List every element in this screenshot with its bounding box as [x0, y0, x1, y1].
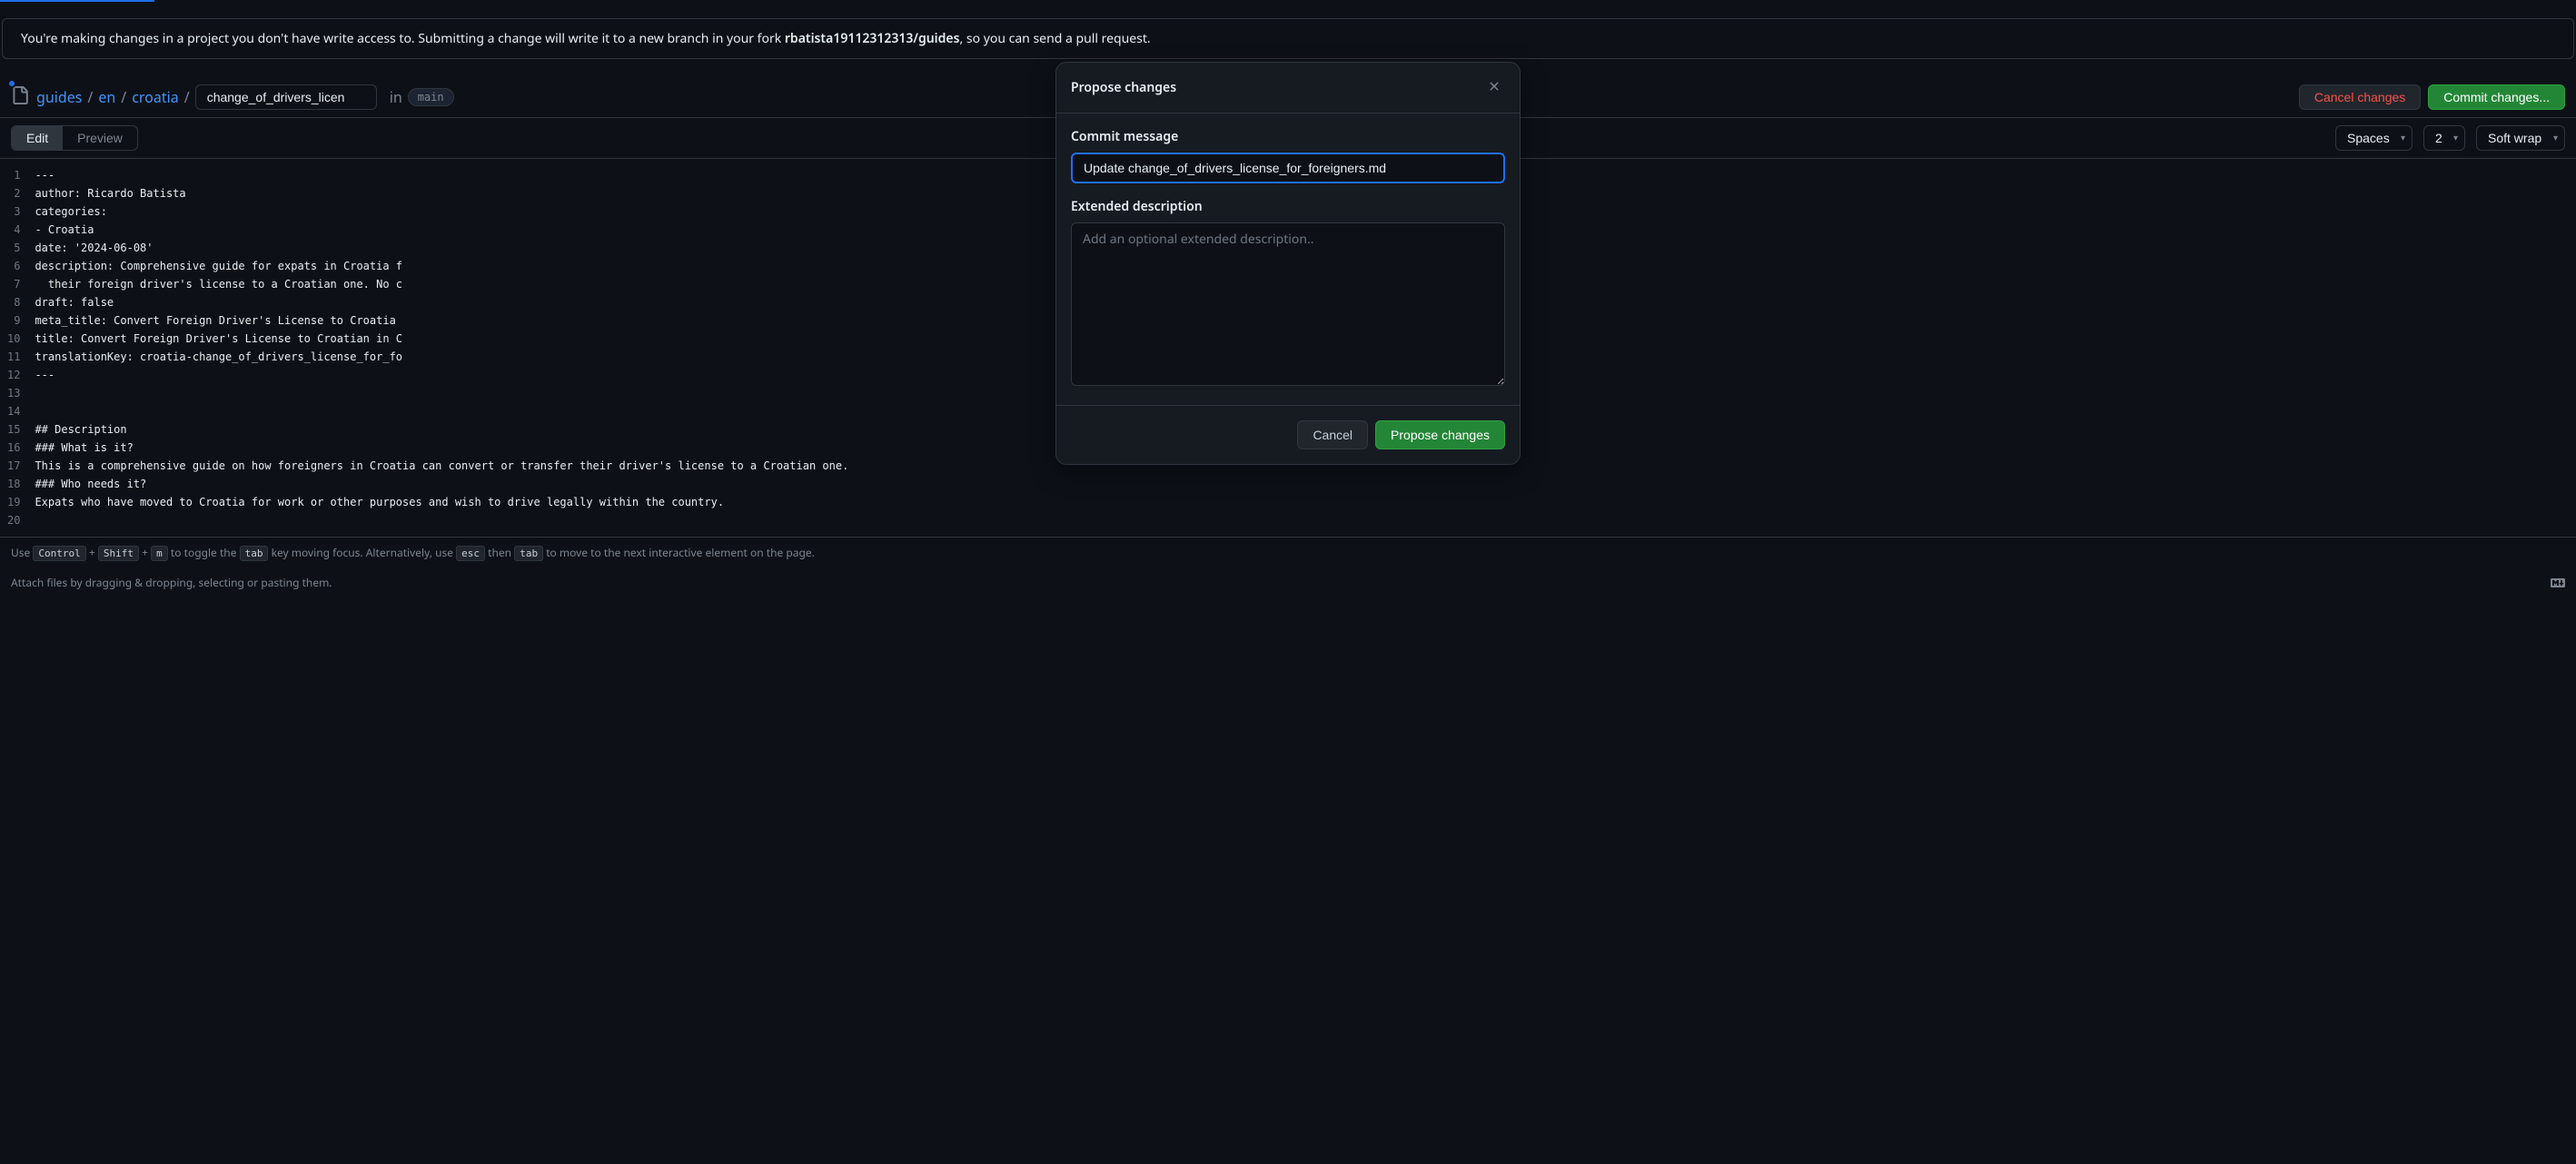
propose-changes-modal: Propose changes Commit message Extended … — [1055, 62, 1521, 465]
propose-changes-button[interactable]: Propose changes — [1375, 420, 1505, 449]
modal-overlay: Propose changes Commit message Extended … — [0, 0, 2576, 1164]
commit-message-input[interactable] — [1071, 153, 1505, 183]
modal-title: Propose changes — [1071, 79, 1176, 96]
extended-description-label: Extended description — [1071, 198, 1505, 215]
modal-body: Commit message Extended description — [1056, 113, 1520, 405]
cancel-button[interactable]: Cancel — [1297, 420, 1368, 449]
modal-header: Propose changes — [1056, 63, 1520, 113]
close-button[interactable] — [1483, 75, 1505, 100]
close-icon — [1487, 79, 1501, 94]
commit-message-label: Commit message — [1071, 128, 1505, 145]
extended-description-textarea[interactable] — [1071, 222, 1505, 386]
modal-footer: Cancel Propose changes — [1056, 405, 1520, 464]
